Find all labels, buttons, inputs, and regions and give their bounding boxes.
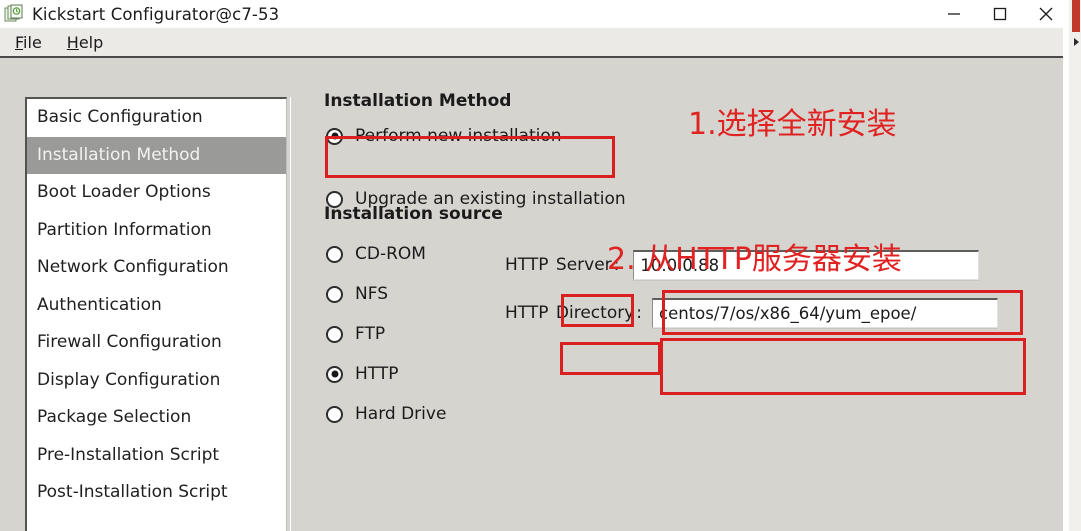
installation-source-heading: Installation source bbox=[324, 204, 503, 224]
content-area: Basic Configuration Installation Method … bbox=[0, 58, 1069, 531]
sidebar-item-package-selection[interactable]: Package Selection bbox=[27, 399, 286, 437]
menu-file-rest: ile bbox=[23, 32, 42, 52]
sidebar-item-pre-installation-script[interactable]: Pre-Installation Script bbox=[27, 437, 286, 475]
http-directory-field-row: HTTP Directory: bbox=[505, 298, 999, 328]
minimize-button[interactable] bbox=[931, 0, 977, 28]
radio-label-http: HTTP bbox=[355, 364, 399, 384]
radio-indicator-http[interactable] bbox=[326, 365, 343, 383]
http-server-field-row: HTTP Server: bbox=[505, 250, 980, 280]
menu-bar: File Help bbox=[0, 28, 1069, 58]
radio-indicator-new-installation[interactable] bbox=[326, 127, 343, 145]
menu-item-file[interactable]: File bbox=[5, 33, 52, 52]
close-icon bbox=[1039, 7, 1053, 21]
scrollbar-arrow-icon[interactable] bbox=[1074, 38, 1079, 46]
http-directory-label-prefix: HTTP bbox=[505, 303, 554, 323]
radio-label-cdrom: CD-ROM bbox=[355, 244, 426, 264]
sidebar-divider bbox=[290, 97, 291, 531]
sidebar-item-network-configuration[interactable]: Network Configuration bbox=[27, 249, 286, 287]
radio-label-ftp: FTP bbox=[355, 324, 386, 344]
radio-perform-new-installation[interactable]: Perform new installation bbox=[326, 126, 562, 146]
maximize-icon bbox=[993, 7, 1007, 21]
navigation-sidebar[interactable]: Basic Configuration Installation Method … bbox=[25, 97, 287, 531]
minimize-icon bbox=[948, 13, 960, 15]
http-server-input[interactable] bbox=[633, 250, 980, 280]
http-directory-label-boxed: Directory bbox=[555, 303, 635, 323]
http-server-label: HTTP Server: bbox=[505, 255, 619, 275]
radio-source-ftp[interactable]: FTP bbox=[326, 324, 385, 344]
menu-item-help[interactable]: Help bbox=[57, 33, 113, 52]
sidebar-item-installation-method[interactable]: Installation Method bbox=[27, 136, 286, 174]
menu-help-rest: elp bbox=[78, 32, 104, 52]
radio-source-cdrom[interactable]: CD-ROM bbox=[326, 244, 426, 264]
radio-label-hard-drive: Hard Drive bbox=[355, 404, 447, 424]
http-directory-label-suffix: : bbox=[636, 303, 643, 323]
scrollbar-thumb[interactable] bbox=[1072, 0, 1080, 32]
http-server-label-boxed: Server bbox=[555, 255, 612, 275]
sidebar-item-display-configuration[interactable]: Display Configuration bbox=[27, 362, 286, 400]
installation-method-heading: Installation Method bbox=[324, 91, 512, 111]
sidebar-item-boot-loader-options[interactable]: Boot Loader Options bbox=[27, 174, 286, 212]
sidebar-item-partition-information[interactable]: Partition Information bbox=[27, 212, 286, 250]
radio-indicator-cdrom[interactable] bbox=[326, 245, 343, 263]
radio-indicator-hard-drive[interactable] bbox=[326, 405, 343, 423]
radio-source-http[interactable]: HTTP bbox=[326, 364, 399, 384]
menu-file-mnemonic: F bbox=[15, 32, 24, 52]
window-controls bbox=[931, 0, 1069, 28]
maximize-button[interactable] bbox=[977, 0, 1023, 28]
radio-indicator-nfs[interactable] bbox=[326, 285, 343, 303]
sidebar-item-firewall-configuration[interactable]: Firewall Configuration bbox=[27, 324, 286, 362]
http-server-label-prefix: HTTP bbox=[505, 255, 554, 275]
radio-source-hard-drive[interactable]: Hard Drive bbox=[326, 404, 446, 424]
stacked-documents-icon bbox=[4, 4, 26, 24]
sidebar-item-basic-configuration[interactable]: Basic Configuration bbox=[27, 99, 286, 137]
sidebar-item-authentication[interactable]: Authentication bbox=[27, 287, 286, 325]
radio-label-new-installation: Perform new installation bbox=[355, 126, 562, 146]
window-title: Kickstart Configurator@c7-53 bbox=[32, 4, 280, 24]
http-directory-input[interactable] bbox=[652, 298, 999, 328]
radio-label-nfs: NFS bbox=[355, 284, 388, 304]
title-bar: Kickstart Configurator@c7-53 bbox=[0, 0, 1069, 28]
http-directory-label: HTTP Directory: bbox=[505, 303, 642, 323]
main-panel: Installation Method Perform new installa… bbox=[300, 58, 1069, 531]
radio-source-nfs[interactable]: NFS bbox=[326, 284, 388, 304]
radio-indicator-ftp[interactable] bbox=[326, 325, 343, 343]
sidebar-item-post-installation-script[interactable]: Post-Installation Script bbox=[27, 474, 286, 512]
http-server-label-suffix: : bbox=[613, 255, 620, 275]
application-window: Kickstart Configurator@c7-53 File Help B… bbox=[0, 0, 1081, 531]
menu-help-mnemonic: H bbox=[66, 32, 79, 52]
vertical-scrollbar[interactable] bbox=[1069, 0, 1081, 531]
